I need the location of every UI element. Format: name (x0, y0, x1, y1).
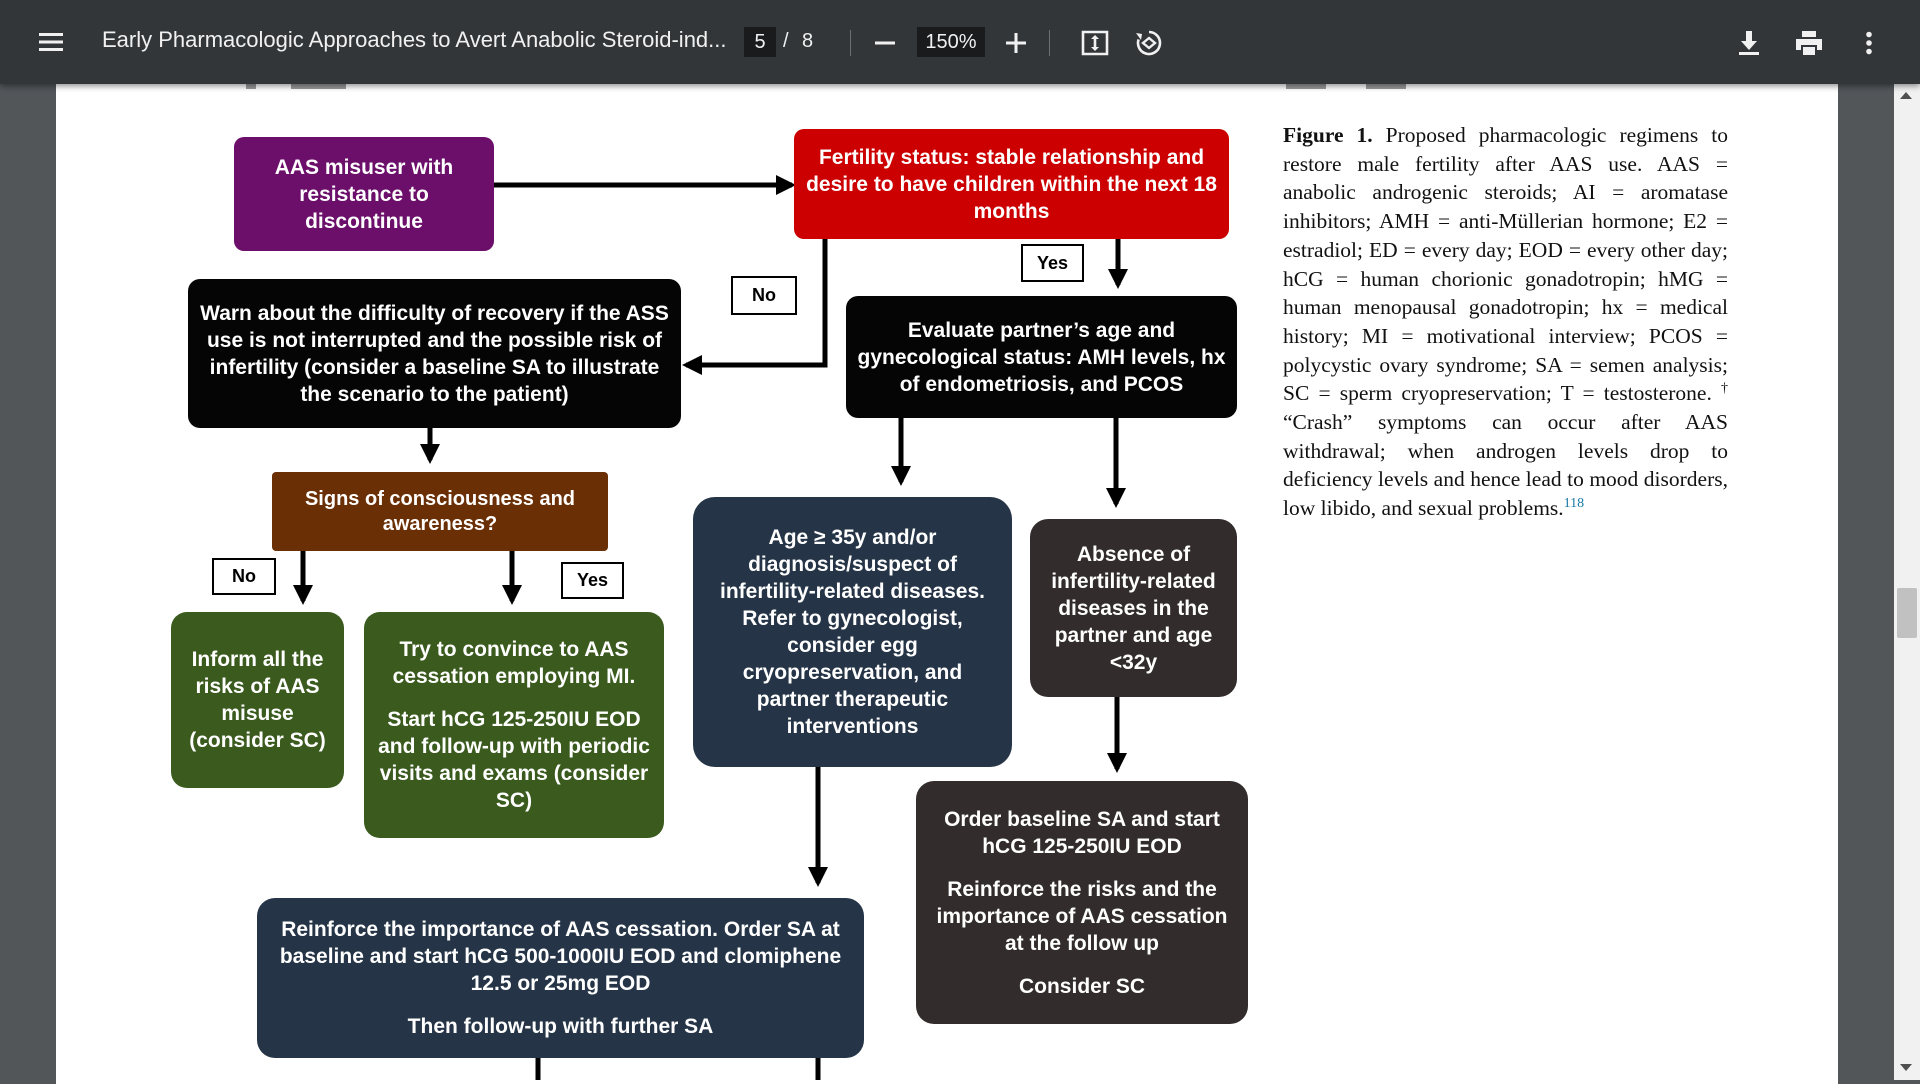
caption-text: Proposed pharmacologic regimens to resto… (1283, 123, 1729, 406)
scrollbar-thumb[interactable] (1897, 588, 1917, 638)
zoom-in-icon[interactable] (999, 26, 1033, 60)
pdf-toolbar: Early Pharmacologic Approaches to Avert … (0, 0, 1920, 84)
node-absence-diseases-text: Absence of infertility-related diseases … (1051, 542, 1216, 674)
reference-link[interactable]: 118 (1564, 496, 1584, 511)
clipped-text-fragment (1366, 84, 1406, 89)
menu-icon[interactable] (34, 26, 68, 58)
page-separator: / (783, 30, 789, 52)
node-warn-difficulty: Warn about the difficulty of recovery if… (188, 279, 681, 428)
fit-page-icon[interactable] (1078, 26, 1112, 60)
scroll-up-icon[interactable] (1900, 92, 1912, 99)
download-icon[interactable] (1732, 26, 1766, 60)
node-signs-awareness-text: Signs of consciousness and awareness? (304, 487, 576, 535)
node-convince-cessation: Try to convince to AAS cessation employi… (364, 612, 664, 838)
node-inform-risks: Inform all the risks of AAS misuse (cons… (171, 612, 344, 788)
toolbar-divider (850, 30, 851, 56)
dagger-mark: † (1721, 381, 1729, 397)
node-age-35-text: Age ≥ 35y and/or diagnosis/suspect of in… (720, 526, 985, 738)
more-icon[interactable] (1852, 26, 1886, 60)
figure-label: Figure 1. (1283, 123, 1373, 147)
node-inform-risks-text: Inform all the risks of AAS misuse (cons… (189, 648, 326, 752)
toolbar-divider (1049, 30, 1050, 56)
node-convince-cessation-text-2: Start hCG 125-250IU EOD and follow-up wi… (378, 708, 650, 812)
zoom-out-icon[interactable] (868, 28, 902, 58)
node-order-baseline-sa-text-2: Reinforce the risks and the importance o… (936, 877, 1228, 955)
node-absence-diseases: Absence of infertility-related diseases … (1030, 519, 1237, 697)
figure-caption: Figure 1. Proposed pharmacologic regimen… (1283, 121, 1728, 523)
node-evaluate-partner: Evaluate partner’s age and gynecological… (846, 296, 1237, 418)
node-order-baseline-sa-text-1: Order baseline SA and start hCG 125-250I… (944, 807, 1220, 858)
node-reinforce-cessation-text-1: Reinforce the importance of AAS cessatio… (279, 918, 842, 995)
node-order-baseline-sa: Order baseline SA and start hCG 125-250I… (916, 781, 1248, 1024)
label-yes-fertility: Yes (1021, 244, 1084, 282)
clipped-text-fragment (246, 84, 256, 89)
node-evaluate-partner-text: Evaluate partner’s age and gynecological… (857, 318, 1226, 396)
node-fertility-status-text: Fertility status: stable relationship an… (806, 145, 1217, 223)
node-order-baseline-sa-text-3: Consider SC (1018, 974, 1146, 998)
total-pages: 8 (802, 30, 814, 52)
document-title: Early Pharmacologic Approaches to Avert … (102, 27, 727, 52)
node-signs-awareness: Signs of consciousness and awareness? (272, 472, 608, 551)
node-convince-cessation-text-1: Try to convince to AAS cessation employi… (392, 638, 636, 688)
print-icon[interactable] (1791, 26, 1827, 60)
node-warn-difficulty-text: Warn about the difficulty of recovery if… (200, 301, 669, 406)
scroll-down-icon[interactable] (1900, 1064, 1912, 1071)
label-no-signs: No (212, 558, 276, 595)
label-no-fertility: No (731, 276, 797, 315)
node-reinforce-cessation-text-2: Then follow-up with further SA (407, 1015, 714, 1038)
page-number-input[interactable] (744, 27, 776, 57)
rotate-icon[interactable] (1132, 26, 1166, 60)
zoom-level-input[interactable] (917, 27, 985, 57)
node-aas-misuser-text: AAS misuser with resistance to discontin… (274, 155, 454, 233)
node-aas-misuser: AAS misuser with resistance to discontin… (234, 137, 494, 251)
caption-text-continued: “Crash” symptoms can occur after AAS wit… (1283, 410, 1728, 521)
label-yes-signs: Yes (561, 562, 624, 599)
clipped-text-fragment (291, 84, 346, 89)
vertical-scrollbar[interactable] (1894, 84, 1920, 1080)
node-reinforce-cessation: Reinforce the importance of AAS cessatio… (257, 898, 864, 1058)
clipped-text-fragment (1286, 84, 1326, 89)
node-age-35: Age ≥ 35y and/or diagnosis/suspect of in… (693, 497, 1012, 767)
node-fertility-status: Fertility status: stable relationship an… (794, 129, 1229, 239)
